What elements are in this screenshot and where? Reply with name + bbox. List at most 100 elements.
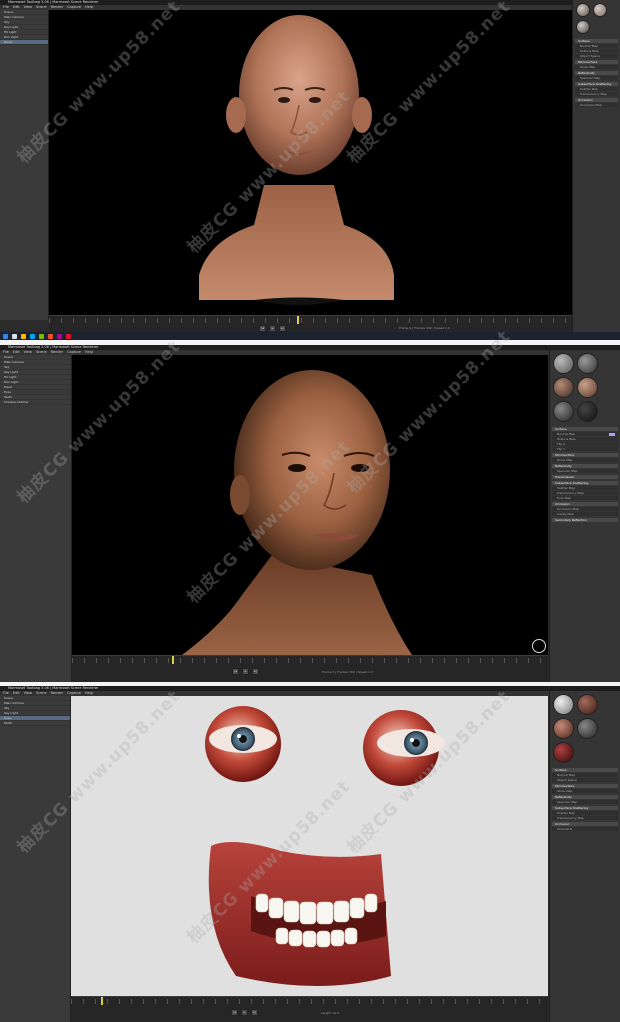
property-row[interactable]: Scatter Map [552,486,618,490]
folder-icon[interactable] [21,333,26,339]
section-occlusion: Occlusion Channel R [552,822,618,831]
play-button[interactable]: ▸ [242,668,249,675]
play-button[interactable]: ▸ [241,1009,248,1016]
timeline-info: Frame 0 | Frames 300 | Speed 1.0 [399,326,450,330]
property-row[interactable]: Scale & Bias [575,49,618,53]
material-ball[interactable] [553,377,574,398]
section-header[interactable]: Subsurface Scattering [552,481,618,485]
property-row[interactable]: Cavity Map [552,512,618,516]
skip-start-button[interactable]: |◂ [232,668,239,675]
property-row[interactable]: Gloss Map [552,789,618,793]
material-ball[interactable] [576,3,590,17]
screenshot-1: Marmoset Toolbag 3.06 | Marmoset Scene R… [0,0,620,340]
section-header[interactable]: Transmission [552,475,618,479]
property-row[interactable]: Specular Map [575,76,618,80]
section-header[interactable]: Occlusion [552,822,618,826]
property-row[interactable]: Occlusion Map [575,103,618,107]
browser-icon[interactable] [30,333,35,339]
timeline[interactable]: |◂ ▸ ▸| Frame 0 | Frames 300 | Speed 1.0 [72,655,548,682]
skip-end-button[interactable]: ▸| [251,1009,258,1016]
material-ball[interactable] [577,718,598,739]
section-header[interactable]: Subsurface Scattering [552,806,618,810]
scene-item[interactable]: Shadow Catcher [0,400,71,405]
viewport[interactable] [72,355,548,655]
playhead[interactable] [172,656,174,664]
timeline[interactable]: |◂ ▸ ▸| Length 10.0 [71,996,548,1022]
search-icon[interactable] [12,333,17,339]
section-sss: Subsurface Scattering Scatter Map Transl… [552,806,618,820]
property-row[interactable]: Translucency Map [552,816,618,820]
screenshot-2: Marmoset Toolbag 3.06 | Marmoset Scene R… [0,345,620,682]
material-ball[interactable] [593,3,607,17]
section-header[interactable]: Reflectivity [552,795,618,799]
property-row[interactable]: Specular Map [552,469,618,473]
scene-item[interactable]: Teeth [0,721,70,726]
material-ball[interactable] [553,401,574,422]
property-row[interactable]: Translucency Map [552,491,618,495]
property-row[interactable]: Scatter Map [575,87,618,91]
playhead[interactable] [101,997,103,1005]
section-header[interactable]: Occlusion [552,502,618,506]
app-icon[interactable] [66,333,71,339]
scene-item-selected[interactable]: Head [0,40,48,45]
section-header[interactable]: Reflectivity [552,464,618,468]
material-ball[interactable] [577,694,598,715]
timeline-ruler[interactable] [49,318,572,323]
property-row[interactable]: Translucency Map [575,92,618,96]
material-panel: Surface Normal Map Object Space Microsur… [549,691,620,1022]
property-row[interactable]: Scatter Map [552,811,618,815]
app-icon[interactable] [39,333,44,339]
viewport[interactable] [49,10,572,315]
timeline-ruler[interactable] [71,999,548,1004]
skip-start-button[interactable]: |◂ [259,325,266,332]
section-header[interactable]: Surface [575,39,618,43]
material-ball[interactable] [577,401,598,422]
section-header[interactable]: Surface [552,427,618,431]
property-row[interactable]: Object Space [552,778,618,782]
property-row[interactable]: Occlusion Map [552,507,618,511]
app-icon[interactable] [57,333,62,339]
eyes-teeth-render [205,706,445,986]
timeline-info: Frame 0 | Frames 300 | Speed 1.0 [322,670,373,674]
property-row[interactable]: Specular Map [552,800,618,804]
material-ball[interactable] [553,718,574,739]
property-row[interactable]: Gloss Map [552,458,618,462]
skip-end-button[interactable]: ▸| [252,668,259,675]
material-ball[interactable] [553,694,574,715]
property-row[interactable]: Fuzz Map [552,496,618,500]
playhead[interactable] [297,316,299,324]
property-row[interactable]: Object Space [575,54,618,58]
property-row[interactable]: Normal Map [575,44,618,48]
section-header[interactable]: Surface [552,768,618,772]
section-header[interactable]: Secondary Reflection [552,518,618,522]
material-ball[interactable] [577,377,598,398]
section-header[interactable]: Reflectivity [575,71,618,75]
section-header[interactable]: Subsurface Scattering [575,82,618,86]
timeline[interactable]: |◂ ▸ ▸| Frame 0 | Frames 300 | Speed 1.0 [49,315,572,333]
material-ball[interactable] [553,742,574,763]
property-row[interactable]: Normal Map [552,773,618,777]
property-row[interactable]: Channel R [552,827,618,831]
material-swatches [550,350,620,425]
app-icon[interactable] [48,333,53,339]
property-row[interactable]: Gloss Map [575,65,618,69]
section-header[interactable]: Microsurface [575,60,618,64]
property-row[interactable]: Flip X [552,442,618,446]
material-ball[interactable] [576,20,590,34]
skip-start-button[interactable]: |◂ [231,1009,238,1016]
section-header[interactable]: Occlusion [575,98,618,102]
property-row[interactable]: Flip Y [552,447,618,451]
section-header[interactable]: Microsurface [552,784,618,788]
section-header[interactable]: Microsurface [552,453,618,457]
timeline-ruler[interactable] [72,658,548,663]
skip-end-button[interactable]: ▸| [279,325,286,332]
material-ball[interactable] [577,353,598,374]
scene-panel: Scene Main Camera Sky Key Light Fill Lig… [0,355,72,682]
play-button[interactable]: ▸ [269,325,276,332]
property-row[interactable]: Normal Map [552,432,618,436]
viewport[interactable] [71,696,548,996]
start-icon[interactable] [3,333,8,339]
view-gizmo-icon[interactable] [532,639,546,653]
property-row[interactable]: Scale & Bias [552,437,618,441]
material-ball[interactable] [553,353,574,374]
